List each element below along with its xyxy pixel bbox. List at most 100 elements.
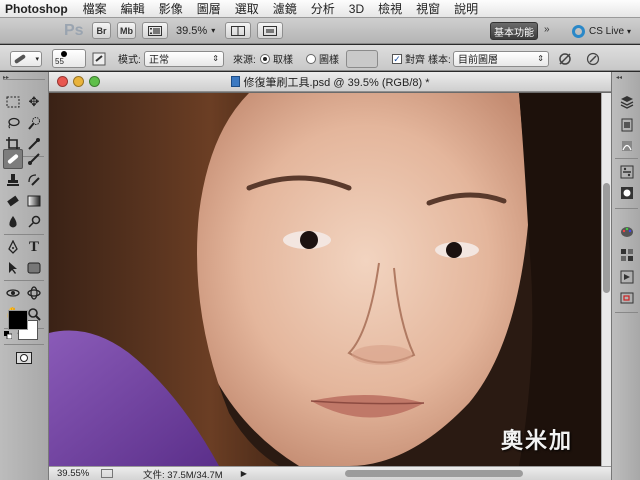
ignore-adjustment-layers-button[interactable] (558, 49, 574, 68)
pressure-button[interactable] (586, 49, 602, 68)
bridge-button[interactable]: Br (92, 22, 111, 39)
document-titlebar[interactable]: 修復筆刷工具.psd @ 39.5% (RGB/8) * (49, 72, 611, 92)
dock-grip-icon[interactable]: ◂◂ (616, 74, 637, 81)
tablet-pressure-icon (586, 52, 600, 65)
toolbox-divider (4, 344, 44, 345)
brush-picker[interactable]: 55 (52, 49, 86, 68)
3d-rotate-tool[interactable] (3, 283, 23, 303)
vertical-scrollbar[interactable] (601, 93, 611, 466)
horizontal-scroll-thumb[interactable] (345, 470, 523, 477)
clone-stamp-tool[interactable] (3, 170, 23, 190)
minimize-window-button[interactable] (73, 76, 84, 87)
ps-logo: Ps (64, 21, 84, 39)
move-tool[interactable]: ✥ (24, 92, 44, 112)
menu-view[interactable]: 檢視 (371, 0, 409, 17)
chevron-updown-icon: ⇕ (537, 54, 544, 63)
arrange-documents-button[interactable] (225, 22, 252, 39)
source-pattern-radio[interactable]: 圖樣 (306, 49, 339, 68)
pen-tool[interactable] (3, 237, 23, 257)
arrange-icon (231, 25, 246, 36)
pattern-picker[interactable] (346, 49, 378, 68)
expand-workspaces-icon[interactable]: » (544, 24, 550, 35)
chevron-down-icon: ▾ (627, 26, 632, 36)
cs-live-button[interactable]: CS Live ▾ (572, 21, 631, 41)
quick-select-icon (28, 117, 40, 130)
eraser-icon (7, 195, 19, 207)
quick-select-tool[interactable] (24, 113, 44, 133)
dodge-tool[interactable] (24, 212, 44, 232)
gradient-tool[interactable] (24, 191, 44, 211)
source-sampled-radio[interactable]: 取樣 (260, 49, 293, 68)
toolbox-divider (4, 234, 44, 235)
menu-layer[interactable]: 圖層 (190, 0, 228, 17)
source-pattern-label: 圖樣 (319, 55, 339, 66)
dock-divider (615, 208, 638, 209)
menu-window[interactable]: 視窗 (409, 0, 447, 17)
zoom-select[interactable]: 39.5% ▾ (176, 22, 215, 39)
chevron-down-icon: ▾ (35, 55, 39, 63)
palette-icon (620, 226, 633, 237)
shape-tool[interactable] (24, 258, 44, 278)
mode-select[interactable]: 正常 ⇕ (144, 49, 224, 68)
menu-edit[interactable]: 編輯 (114, 0, 152, 17)
extras-button[interactable] (142, 22, 168, 39)
sample-select[interactable]: 目前圖層 ⇕ (453, 49, 549, 68)
path-select-tool[interactable] (3, 258, 23, 278)
toolbox-grip-icon[interactable]: ▸▸ (3, 74, 45, 81)
masks-panel-button[interactable] (618, 185, 635, 200)
foreground-color-swatch[interactable] (8, 310, 28, 330)
dodge-icon (28, 215, 41, 228)
menu-select[interactable]: 選取 (228, 0, 266, 17)
eraser-tool[interactable] (3, 191, 23, 211)
screen-mode-button[interactable] (257, 22, 284, 39)
default-colors-icon[interactable] (4, 330, 13, 340)
swatches-panel-button[interactable] (618, 247, 635, 262)
healing-brush-tool[interactable] (3, 149, 23, 169)
gradient-icon (27, 195, 41, 207)
marquee-tool[interactable] (3, 92, 23, 112)
history-brush-icon (28, 174, 40, 186)
brush-icon (28, 153, 40, 165)
tool-preset-picker[interactable]: ▾ (10, 49, 42, 68)
brush-tool[interactable] (24, 149, 44, 169)
export-icon[interactable] (101, 469, 113, 478)
workspace-button[interactable]: 基本功能 (490, 22, 538, 40)
brush-panel-toggle[interactable] (92, 49, 108, 68)
path-select-icon (9, 262, 17, 274)
menu-image[interactable]: 影像 (152, 0, 190, 17)
channels-panel-button[interactable] (618, 117, 635, 132)
close-window-button[interactable] (57, 76, 68, 87)
lasso-tool[interactable] (3, 113, 23, 133)
menu-filter[interactable]: 濾鏡 (266, 0, 304, 17)
zoom-level-field[interactable]: 39.55% (57, 468, 101, 479)
color-panel-button[interactable] (618, 224, 635, 239)
paths-panel-button[interactable] (618, 138, 635, 153)
image-canvas[interactable]: 奧米加 (49, 93, 601, 466)
adjustments-panel-button[interactable] (618, 164, 635, 179)
mode-value: 正常 (149, 55, 169, 66)
app-menu[interactable]: Photoshop (0, 2, 76, 16)
history-brush-tool[interactable] (24, 170, 44, 190)
3d-orbit-tool[interactable] (24, 283, 44, 303)
menu-help[interactable]: 說明 (447, 0, 485, 17)
aligned-checkbox[interactable]: ✓ 對齊 (392, 49, 425, 68)
zoom-window-button[interactable] (89, 76, 100, 87)
vertical-scroll-thumb[interactable] (603, 183, 610, 293)
minibridge-button[interactable]: Mb (117, 22, 136, 39)
dock-divider (615, 158, 638, 159)
styles-panel-button[interactable] (618, 269, 635, 284)
status-menu-arrow-icon[interactable]: ▶ (241, 469, 247, 478)
menu-file[interactable]: 檔案 (76, 0, 114, 17)
quick-mask-button[interactable] (14, 348, 34, 368)
radio-selected-icon (260, 53, 270, 64)
navigator-panel-button[interactable] (618, 290, 635, 305)
menu-analysis[interactable]: 分析 (304, 0, 342, 17)
channels-icon (621, 118, 632, 131)
cs-live-label: CS Live (589, 25, 625, 37)
layers-panel-button[interactable] (618, 94, 635, 109)
type-tool[interactable]: T (24, 237, 44, 257)
stamp-icon (7, 174, 19, 186)
menu-3d[interactable]: 3D (342, 2, 371, 16)
blur-tool[interactable] (3, 212, 23, 232)
toolbox-divider (4, 280, 44, 281)
